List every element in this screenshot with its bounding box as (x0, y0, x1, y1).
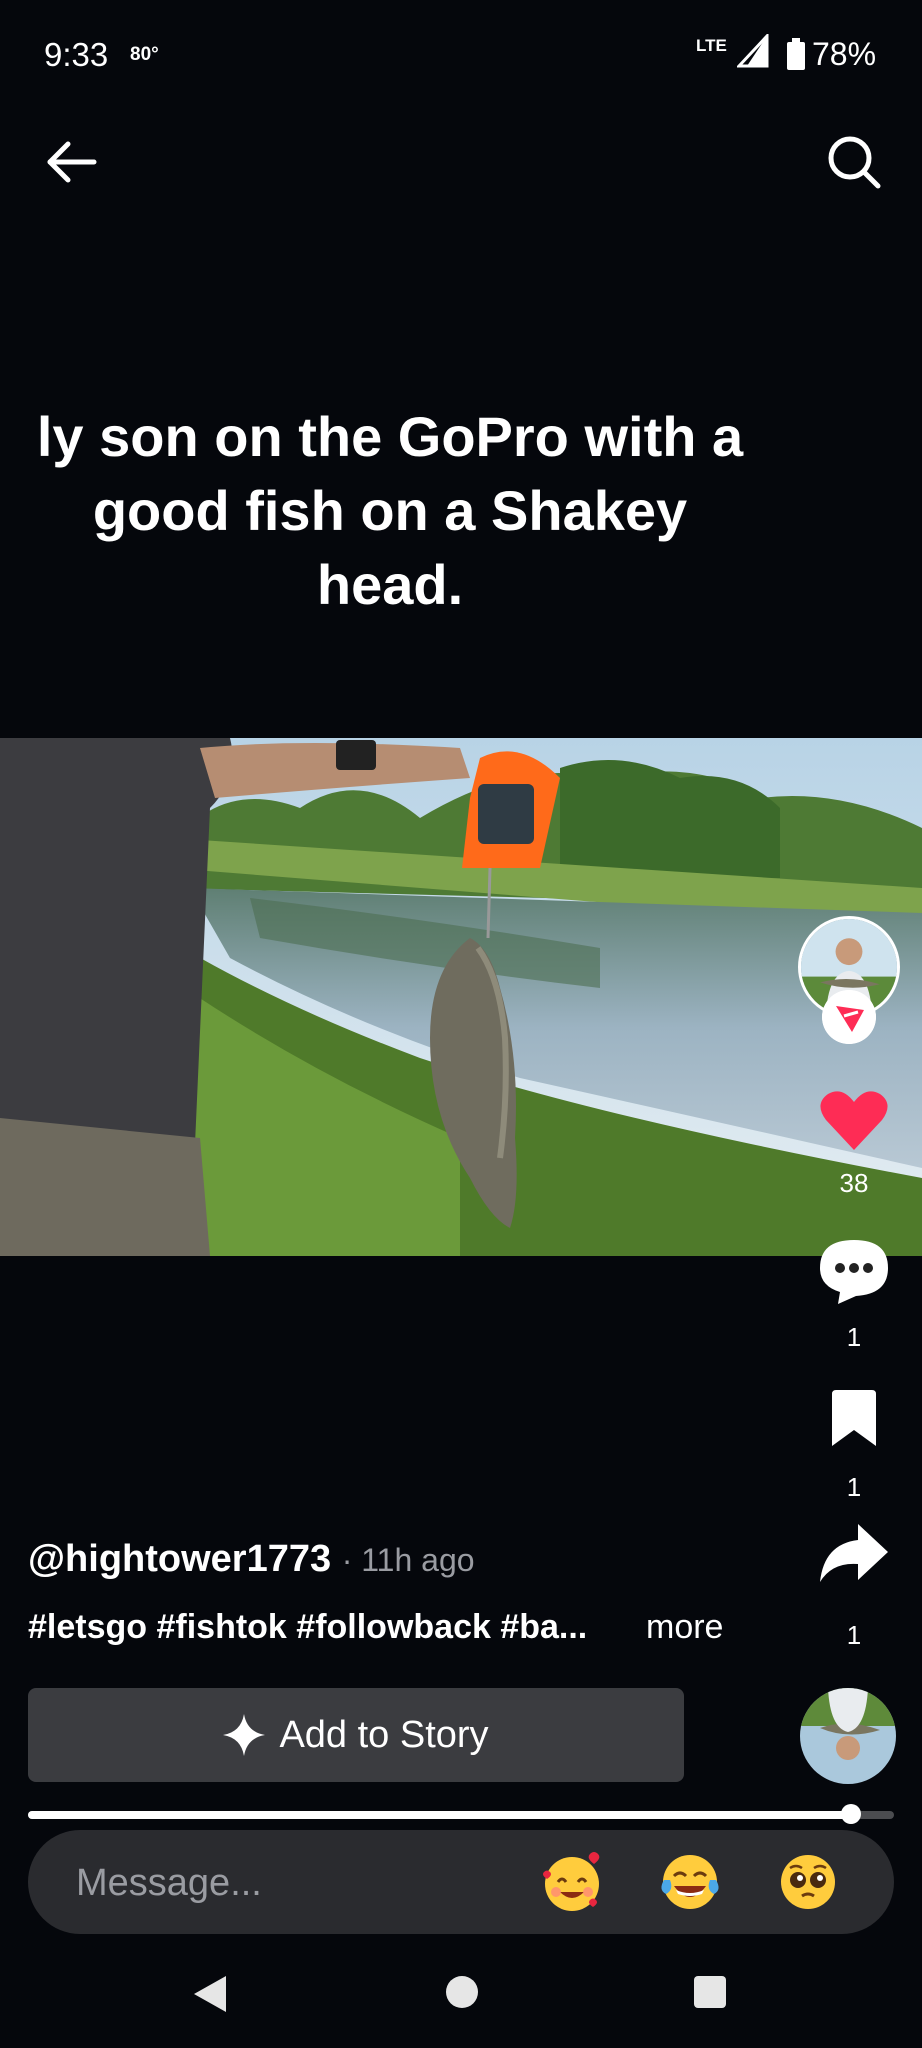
status-time: 9:33 (44, 36, 109, 73)
music-disc[interactable] (800, 1688, 896, 1784)
caption-line: head. (316, 553, 464, 616)
follow-button[interactable] (822, 990, 876, 1044)
sparkle-icon (223, 1714, 266, 1756)
message-bar (28, 1830, 894, 1934)
comment-button[interactable]: 1 (814, 1236, 894, 1356)
progress-knob[interactable] (841, 1804, 861, 1824)
share-count: 1 (846, 1620, 862, 1650)
like-count: 38 (839, 1168, 869, 1198)
save-button[interactable]: 1 (822, 1388, 886, 1508)
status-network: LTE (696, 36, 727, 55)
share-button[interactable]: 1 (814, 1522, 894, 1652)
author-line: @hightower1773 · 11h ago (28, 1538, 475, 1581)
add-to-story-button[interactable]: Add to Story (28, 1688, 684, 1782)
status-temperature: 80° (130, 44, 159, 65)
arrow-left-icon (47, 141, 97, 183)
smiling-face-with-hearts-icon[interactable] (540, 1850, 604, 1914)
battery-icon (787, 38, 805, 70)
comment-count: 1 (846, 1322, 862, 1352)
caption-line: good fish on a Shakey (92, 479, 688, 542)
pleading-face-icon[interactable] (776, 1850, 840, 1914)
battery-level: 78% (812, 36, 877, 72)
more-link[interactable]: more (646, 1608, 723, 1647)
music-disc-image (800, 1688, 896, 1784)
back-button[interactable] (46, 136, 98, 188)
face-with-tears-of-joy-icon[interactable] (658, 1850, 722, 1914)
progress-fill (28, 1811, 851, 1819)
share-arrow-icon (820, 1524, 888, 1582)
add-to-story-label: Add to Story (279, 1713, 489, 1756)
video-player[interactable] (0, 738, 922, 1256)
heart-icon (820, 1091, 888, 1150)
nav-back-icon[interactable] (192, 1974, 228, 2014)
save-count: 1 (846, 1472, 862, 1502)
comment-icon (820, 1240, 888, 1304)
signal-icon (737, 34, 769, 68)
bookmark-icon (832, 1390, 876, 1446)
search-button[interactable] (826, 134, 882, 190)
search-icon (828, 136, 881, 189)
author-handle[interactable]: @hightower1773 (28, 1538, 331, 1580)
post-time: · 11h ago (341, 1542, 475, 1578)
nav-home-icon[interactable] (444, 1974, 480, 2010)
message-input[interactable] (74, 1860, 518, 1906)
hashtags[interactable]: #letsgo #fishtok #followback #ba... (28, 1608, 587, 1647)
like-button[interactable]: 38 (814, 1088, 894, 1198)
video-caption: ly son on the GoPro with a good fish on … (0, 400, 840, 622)
nav-recents-icon[interactable] (692, 1974, 728, 2010)
caption-line: ly son on the GoPro with a (36, 405, 744, 468)
